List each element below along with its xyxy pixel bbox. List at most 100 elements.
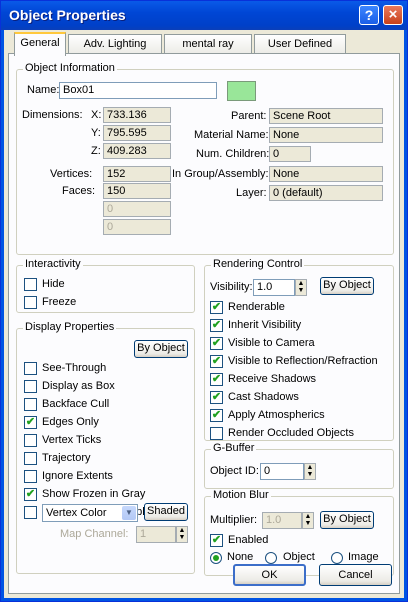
radio-image-label: Image: [348, 551, 379, 563]
window-title: Object Properties: [9, 7, 126, 23]
apply-atmospherics-checkbox[interactable]: ✔: [210, 409, 223, 422]
num-children-value: 0: [269, 146, 311, 162]
enabled-label: Enabled: [228, 534, 269, 546]
map-channel-label: Map Channel:: [60, 528, 129, 540]
ok-button[interactable]: OK: [233, 564, 306, 586]
faces-label: Faces:: [62, 185, 96, 197]
z-label: Z:: [91, 145, 101, 157]
radio-object-label: Object: [283, 551, 315, 563]
backface-cull-label: Backface Cull: [42, 398, 110, 410]
name-label: Name:: [27, 84, 60, 96]
material-name-value: None: [269, 127, 383, 143]
title-bar[interactable]: Object Properties ? ×: [1, 1, 407, 30]
visibility-spinner[interactable]: ▲ ▼: [295, 279, 307, 296]
receive-shadows-checkbox[interactable]: ✔: [210, 373, 223, 386]
map-channel-spinner[interactable]: ▲ ▼: [176, 526, 188, 543]
see-through-checkbox[interactable]: [24, 362, 37, 375]
in-group-assembly-label: In Group/Assembly:: [172, 168, 269, 180]
radio-none-label: None: [227, 551, 254, 563]
in-group-assembly-value: None: [269, 166, 383, 182]
help-icon[interactable]: ?: [359, 5, 379, 25]
parent-label: Parent:: [231, 110, 267, 122]
extra-count-1: 0: [103, 201, 171, 217]
dimension-z-value: 409.283: [103, 143, 171, 159]
show-frozen-in-gray-label: Show Frozen in Gray: [42, 488, 146, 500]
display-as-box-label: Display as Box: [42, 380, 115, 392]
enabled-checkbox[interactable]: ✔: [210, 534, 223, 547]
shaded-button[interactable]: Shaded: [144, 503, 188, 521]
see-through-label: See-Through: [42, 362, 107, 374]
ignore-extents-checkbox[interactable]: [24, 470, 37, 483]
inherit-visibility-label: Inherit Visibility: [228, 319, 302, 331]
tab-adv-lighting[interactable]: Adv. Lighting: [68, 34, 162, 54]
display-properties-group: Display Properties By Object See-Through…: [16, 321, 195, 574]
renderable-checkbox[interactable]: ✔: [210, 301, 223, 314]
vertex-ticks-label: Vertex Ticks: [42, 434, 102, 446]
cast-shadows-checkbox[interactable]: ✔: [210, 391, 223, 404]
vertex-color-select[interactable]: Vertex Color ▼: [42, 504, 138, 522]
object-information-group: Object Information Name: Box01 Dimension…: [16, 62, 394, 255]
hide-label: Hide: [42, 278, 65, 290]
trajectory-checkbox[interactable]: [24, 452, 37, 465]
dimension-y-value: 795.595: [103, 125, 171, 141]
show-frozen-in-gray-checkbox[interactable]: ✔: [24, 488, 37, 501]
motion-blur-by-object-button[interactable]: By Object: [320, 511, 374, 529]
group-title: Interactivity: [23, 258, 83, 270]
tab-user-defined[interactable]: User Defined: [254, 34, 346, 54]
object-color-swatch[interactable]: [227, 81, 256, 101]
rendering-by-object-button[interactable]: By Object: [320, 277, 374, 295]
trajectory-label: Trajectory: [42, 452, 91, 464]
radio-none[interactable]: [210, 552, 222, 564]
multiplier-field[interactable]: 1.0: [262, 512, 302, 529]
interactivity-group: Interactivity Hide Freeze: [16, 258, 195, 313]
map-channel-field[interactable]: 1: [136, 526, 176, 543]
close-icon[interactable]: ×: [383, 5, 403, 25]
apply-atmospherics-label: Apply Atmospherics: [228, 409, 325, 421]
object-id-spinner[interactable]: ▲ ▼: [304, 463, 316, 480]
display-as-box-checkbox[interactable]: [24, 380, 37, 393]
render-occluded-objects-label: Render Occluded Objects: [228, 427, 354, 439]
vertex-channel-display-checkbox[interactable]: [24, 506, 37, 519]
radio-image[interactable]: [331, 552, 343, 564]
backface-cull-checkbox[interactable]: [24, 398, 37, 411]
general-tab-panel: Object Information Name: Box01 Dimension…: [8, 53, 400, 594]
group-title: Motion Blur: [211, 489, 271, 501]
edges-only-checkbox[interactable]: ✔: [24, 416, 37, 429]
y-label: Y:: [91, 127, 101, 139]
tab-mental-ray[interactable]: mental ray: [164, 34, 252, 54]
inherit-visibility-checkbox[interactable]: ✔: [210, 319, 223, 332]
rendering-control-group: Rendering Control Visibility: 1.0 ▲ ▼ By …: [204, 258, 394, 441]
name-field[interactable]: Box01: [59, 82, 217, 99]
visible-to-reflection-refraction-checkbox[interactable]: ✔: [210, 355, 223, 368]
tab-general[interactable]: General: [14, 32, 66, 56]
faces-value: 150: [103, 183, 171, 199]
receive-shadows-label: Receive Shadows: [228, 373, 317, 385]
renderable-label: Renderable: [228, 301, 285, 313]
edges-only-label: Edges Only: [42, 416, 99, 428]
extra-count-2: 0: [103, 219, 171, 235]
group-title: Object Information: [23, 62, 117, 74]
visibility-label: Visibility:: [210, 281, 253, 293]
chevron-down-icon[interactable]: ▼: [122, 506, 136, 520]
hide-checkbox[interactable]: [24, 278, 37, 291]
display-by-object-button[interactable]: By Object: [134, 340, 188, 358]
ignore-extents-label: Ignore Extents: [42, 470, 113, 482]
object-id-field[interactable]: 0: [260, 463, 304, 480]
parent-value: Scene Root: [269, 108, 383, 124]
dialog-client: General Adv. Lighting mental ray User De…: [4, 30, 404, 598]
radio-object[interactable]: [265, 552, 277, 564]
vertex-ticks-checkbox[interactable]: [24, 434, 37, 447]
multiplier-spinner[interactable]: ▲ ▼: [302, 512, 314, 529]
cast-shadows-label: Cast Shadows: [228, 391, 299, 403]
cancel-button[interactable]: Cancel: [319, 564, 392, 586]
vertices-value: 152: [103, 166, 171, 182]
visible-to-camera-checkbox[interactable]: ✔: [210, 337, 223, 350]
layer-value: 0 (default): [269, 185, 383, 201]
freeze-checkbox[interactable]: [24, 296, 37, 309]
render-occluded-objects-checkbox[interactable]: [210, 427, 223, 440]
group-title: G-Buffer: [211, 442, 257, 454]
freeze-label: Freeze: [42, 296, 77, 308]
visible-to-camera-label: Visible to Camera: [228, 337, 315, 349]
object-properties-window: Object Properties ? × General Adv. Light…: [0, 0, 408, 602]
visibility-field[interactable]: 1.0: [253, 279, 295, 296]
